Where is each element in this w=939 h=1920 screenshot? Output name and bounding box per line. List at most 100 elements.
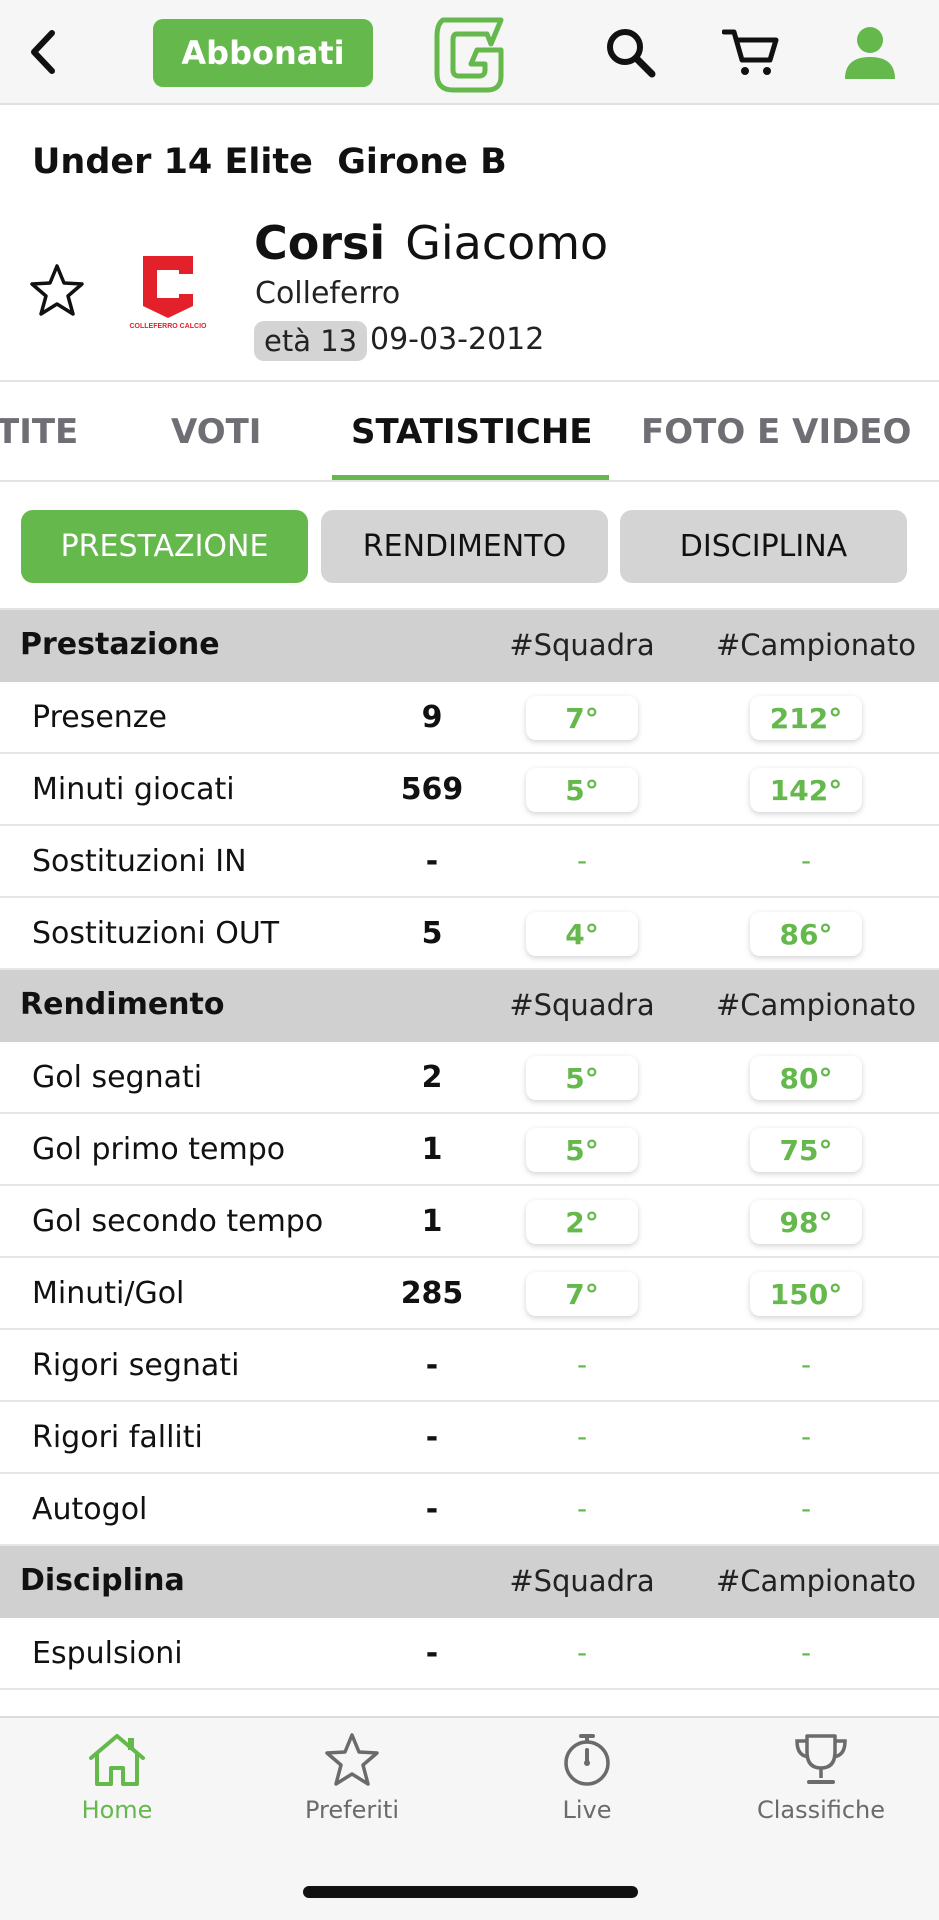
home-indicator[interactable] <box>303 1886 638 1898</box>
tab-voti[interactable]: VOTI <box>171 412 261 452</box>
rank-campionato: - <box>800 844 812 877</box>
section-header-prestazione: Prestazione #Squadra #Campionato <box>0 610 939 682</box>
nav-label: Classifiche <box>756 1796 886 1824</box>
stat-value: - <box>425 844 439 879</box>
trophy-icon <box>795 1734 847 1784</box>
rank-campionato[interactable]: 142° <box>750 768 862 812</box>
club-name: Colleferro <box>255 276 401 311</box>
stat-row-minuti-gol: Minuti/Gol 285 7° 150° <box>0 1258 939 1330</box>
stat-label: Minuti giocati <box>32 772 235 807</box>
rank-campionato[interactable]: 212° <box>750 696 862 740</box>
section-header-disciplina: Disciplina #Squadra #Campionato <box>0 1546 939 1618</box>
rank-campionato: - <box>800 1636 812 1669</box>
star-outline-icon <box>30 264 84 316</box>
stat-label: Gol secondo tempo <box>32 1204 324 1239</box>
stat-value: 285 <box>400 1276 464 1311</box>
player-surname: Corsi <box>254 216 386 270</box>
column-header-squadra: #Squadra <box>509 1564 655 1598</box>
rank-squadra[interactable]: 7° <box>526 1272 638 1316</box>
rank-campionato[interactable]: 150° <box>750 1272 862 1316</box>
tab-foto-e-video[interactable]: FOTO E VIDEO <box>641 412 911 452</box>
home-icon <box>89 1734 145 1786</box>
stat-value: 569 <box>400 772 464 807</box>
app-logo-icon[interactable] <box>431 14 507 94</box>
section-title: Rendimento <box>20 987 225 1022</box>
age-badge: età 13 <box>254 321 368 361</box>
stat-row-sostituzioni-in: Sostituzioni IN - - - <box>0 826 939 898</box>
rank-campionato[interactable]: 86° <box>750 912 862 956</box>
rank-squadra[interactable]: 5° <box>526 1056 638 1100</box>
stats-table: Prestazione #Squadra #Campionato Presenz… <box>0 608 939 1716</box>
stopwatch-icon <box>564 1734 610 1786</box>
tab-bar: TITE VOTI STATISTICHE FOTO E VIDEO <box>0 382 939 482</box>
rank-campionato[interactable]: 80° <box>750 1056 862 1100</box>
player-name: Corsi Giacomo <box>254 216 608 270</box>
rank-squadra: - <box>576 1420 588 1453</box>
rank-campionato: - <box>800 1492 812 1525</box>
stat-value: - <box>425 1492 439 1527</box>
nav-home[interactable]: Home <box>17 1732 217 1824</box>
rank-campionato[interactable]: 75° <box>750 1128 862 1172</box>
column-header-campionato: #Campionato <box>716 1564 917 1598</box>
stat-label: Sostituzioni IN <box>32 844 247 879</box>
stat-label: Gol primo tempo <box>32 1132 286 1167</box>
stat-value: 1 <box>421 1204 443 1239</box>
rank-squadra[interactable]: 5° <box>526 1128 638 1172</box>
player-first-name: Giacomo <box>405 216 609 270</box>
nav-label: Home <box>81 1796 153 1824</box>
stat-row-minuti-giocati: Minuti giocati 569 5° 142° <box>0 754 939 826</box>
stat-value: - <box>425 1636 439 1671</box>
top-bar: Abbonati <box>0 0 939 105</box>
stat-value: 2 <box>421 1060 443 1095</box>
cart-icon[interactable] <box>719 20 783 84</box>
user-icon[interactable] <box>838 20 902 84</box>
active-tab-indicator <box>332 475 609 480</box>
stat-value: 5 <box>421 916 443 951</box>
rank-squadra[interactable]: 2° <box>526 1200 638 1244</box>
section-title: Disciplina <box>20 1563 185 1598</box>
rank-squadra: - <box>576 844 588 877</box>
stat-label: Rigori segnati <box>32 1348 240 1383</box>
column-header-squadra: #Squadra <box>509 628 655 662</box>
nav-label: Preferiti <box>305 1796 399 1824</box>
segment-prestazione[interactable]: PRESTAZIONE <box>21 510 308 583</box>
rank-squadra[interactable]: 4° <box>526 912 638 956</box>
stat-row-gol-segnati: Gol segnati 2 5° 80° <box>0 1042 939 1114</box>
rank-squadra: - <box>576 1636 588 1669</box>
stat-row-autogol: Autogol - - - <box>0 1474 939 1546</box>
stat-row-sostituzioni-out: Sostituzioni OUT 5 4° 86° <box>0 898 939 970</box>
stat-label: Rigori falliti <box>32 1420 203 1455</box>
stat-value: 1 <box>421 1132 443 1167</box>
stat-label: Espulsioni <box>32 1636 183 1671</box>
segment-disciplina[interactable]: DISCIPLINA <box>620 510 907 583</box>
tab-statistiche[interactable]: STATISTICHE <box>351 412 593 452</box>
nav-preferiti[interactable]: Preferiti <box>252 1732 452 1824</box>
favorite-button[interactable] <box>28 262 86 320</box>
nav-live[interactable]: Live <box>487 1732 687 1824</box>
nav-classifiche[interactable]: Classifiche <box>721 1732 921 1824</box>
stat-label: Gol segnati <box>32 1060 203 1095</box>
club-logo: COLLEFERRO CALCIO <box>127 248 209 332</box>
rank-squadra[interactable]: 5° <box>526 768 638 812</box>
column-header-campionato: #Campionato <box>716 628 917 662</box>
back-button[interactable] <box>14 22 74 82</box>
section-title: Prestazione <box>20 627 220 662</box>
league-title: Under 14 Elite Girone B <box>32 142 507 182</box>
subscribe-button[interactable]: Abbonati <box>153 19 373 87</box>
column-header-squadra: #Squadra <box>509 988 655 1022</box>
stat-row-rigori-segnati: Rigori segnati - - - <box>0 1330 939 1402</box>
segment-rendimento[interactable]: RENDIMENTO <box>321 510 608 583</box>
stat-row-gol-primo-tempo: Gol primo tempo 1 5° 75° <box>0 1114 939 1186</box>
birth-date: 09-03-2012 <box>370 322 545 357</box>
nav-label: Live <box>562 1796 612 1824</box>
star-icon <box>325 1733 379 1786</box>
rank-campionato[interactable]: 98° <box>750 1200 862 1244</box>
stat-row-presenze: Presenze 9 7° 212° <box>0 682 939 754</box>
column-header-campionato: #Campionato <box>716 988 917 1022</box>
tab-partite[interactable]: TITE <box>0 412 78 452</box>
stat-value: - <box>425 1420 439 1455</box>
search-icon[interactable] <box>598 20 662 84</box>
rank-campionato: - <box>800 1348 812 1381</box>
rank-squadra[interactable]: 7° <box>526 696 638 740</box>
rank-squadra: - <box>576 1492 588 1525</box>
